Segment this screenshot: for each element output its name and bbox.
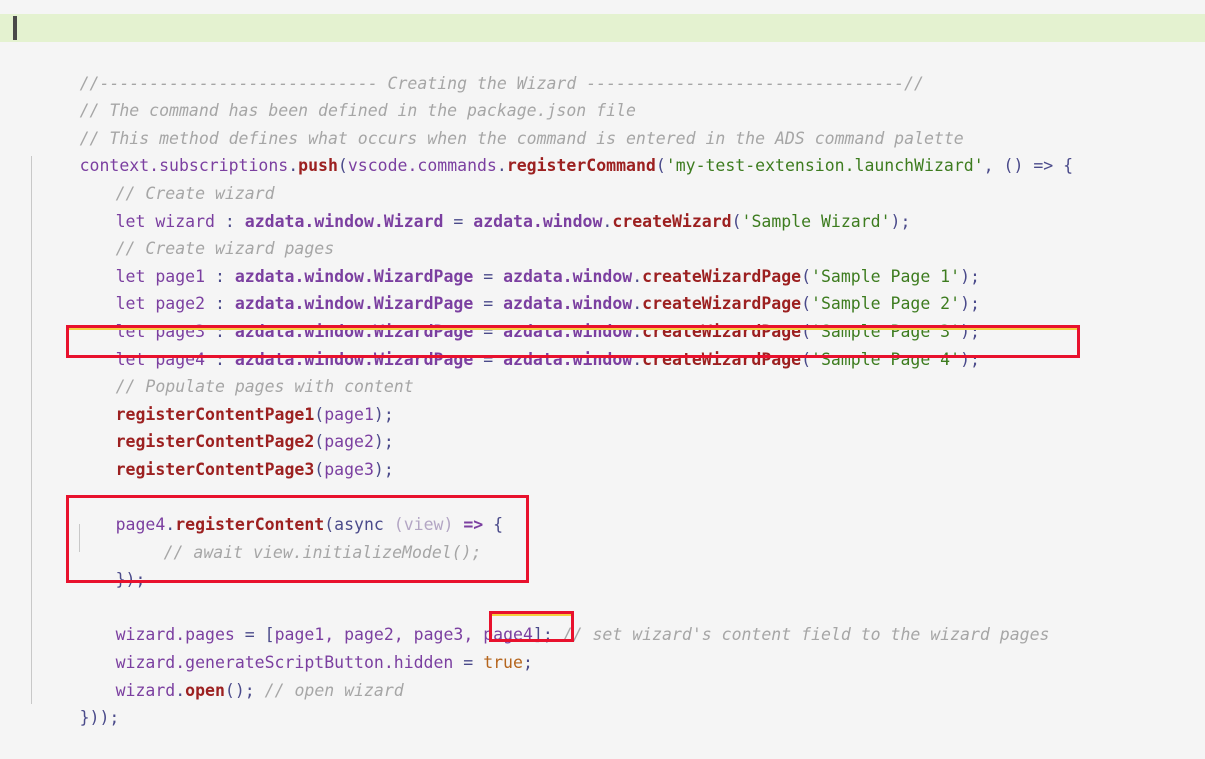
page1-declaration-line: let page1 : azdata.window.WizardPage = a… xyxy=(0,235,1205,286)
code-editor-surface: //---------------------------- Creating … xyxy=(0,0,1205,738)
register-command-line: context.subscriptions.push(vscode.comman… xyxy=(0,125,1205,175)
page4-register-content-close-line: }); xyxy=(0,539,1205,589)
final-closing-line: })); xyxy=(0,677,1205,727)
wizard-declaration-line: let wizard : azdata.window.Wizard = azda… xyxy=(0,180,1205,231)
comment-method-defines: // This method defines what occurs when … xyxy=(0,97,1205,148)
wizard-pages-assignment-line: wizard.pages = [page1, page2, page3, pag… xyxy=(0,594,1205,644)
comment-package-json: // The command has been defined in the p… xyxy=(0,70,1205,120)
comment-create-wizard: // Create wizard xyxy=(0,152,1205,203)
register-content-page3-line: registerContentPage3(page3); xyxy=(0,428,1205,479)
page3-declaration-line: let page3 : azdata.window.WizardPage = a… xyxy=(0,290,1205,341)
generate-script-button-line: wizard.generateScriptButton.hidden = tru… xyxy=(0,621,1205,672)
page4-register-content-line: page4.registerContent(async (view) => { xyxy=(0,484,1205,534)
code-lines-container: //---------------------------- Creating … xyxy=(0,14,1205,727)
banner-accent-bar xyxy=(13,16,17,40)
comment-populate-pages: // Populate pages with content xyxy=(0,346,1205,396)
register-content-page1-line: registerContentPage1(page1); xyxy=(0,373,1205,424)
page2-declaration-line: let page2 : azdata.window.WizardPage = a… xyxy=(0,263,1205,313)
closing-braces-parens: })); xyxy=(79,708,120,728)
register-content-page2-line: registerContentPage2(page2); xyxy=(0,401,1205,451)
page4-declaration-line: let page4 : azdata.window.WizardPage = a… xyxy=(0,318,1205,369)
wizard-open-line: wizard.open(); // open wizard xyxy=(0,649,1205,700)
await-initialize-model-comment: // await view.initializeModel(); xyxy=(0,511,1205,562)
banner-comment-line: //---------------------------- Creating … xyxy=(0,14,1205,93)
comment-create-wizard-pages: // Create wizard pages xyxy=(0,208,1205,258)
